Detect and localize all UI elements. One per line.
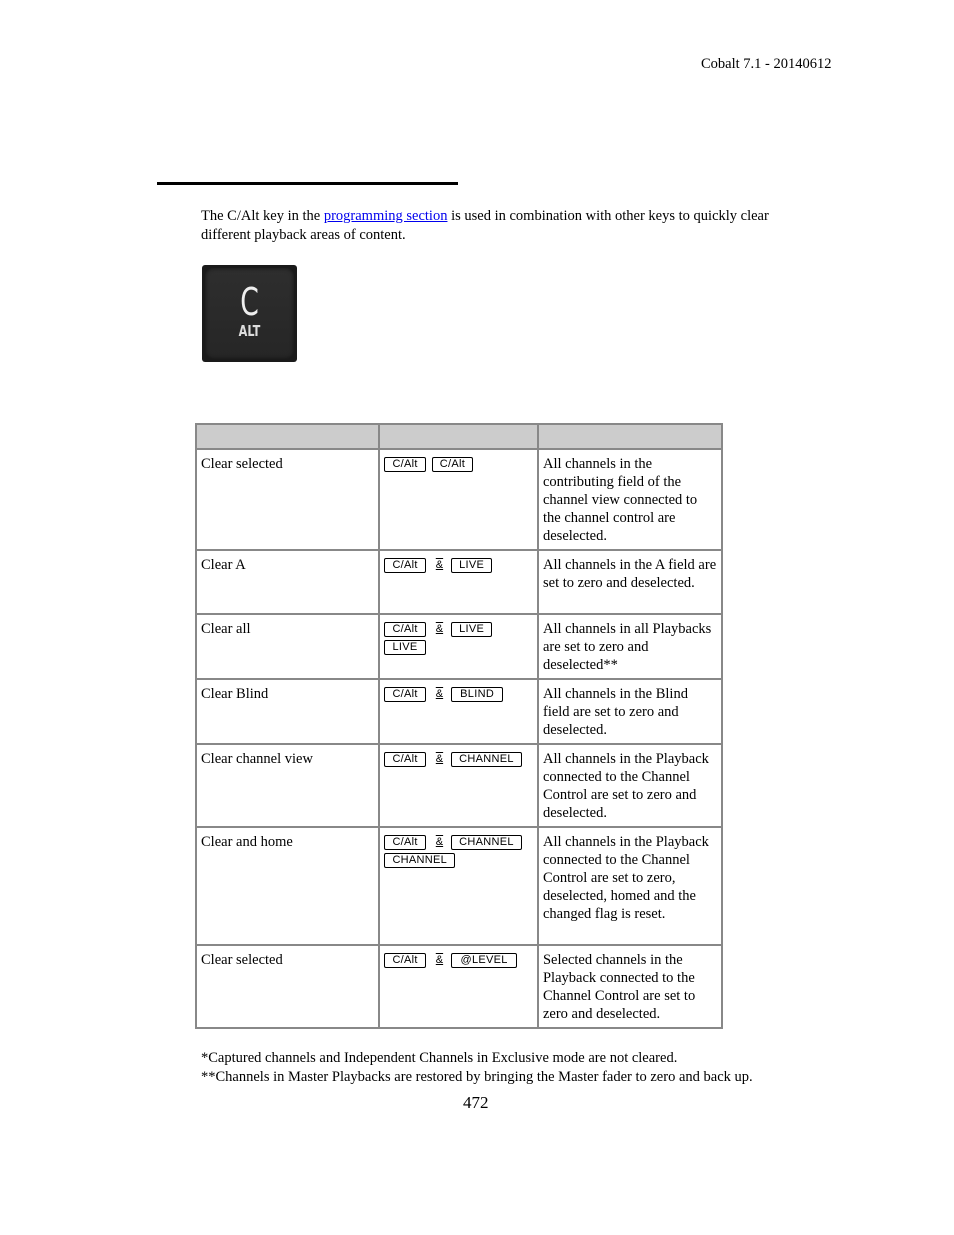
table-row: Clear channel view C/Alt & CHANNEL All chann… (194, 743, 724, 828)
key-button: CHANNEL (451, 752, 522, 768)
description-cell: All channels in the contributing field o… (536, 448, 724, 551)
function-cell: Clear A (194, 549, 381, 615)
function-cell: Clear all (194, 613, 381, 680)
key-cap: C ALT (205, 268, 294, 359)
programming-section-link[interactable]: programming section (324, 208, 448, 224)
intro-text-before: The C/Alt key in the (201, 208, 324, 224)
key-sequence-line: C/Alt & CHANNEL (384, 750, 533, 768)
key-sequence-line: C/Alt & @LEVEL (384, 951, 533, 969)
description-cell: All channels in the Playback connected t… (536, 743, 724, 828)
key-button: C/Alt (384, 687, 426, 703)
key-button: C/Alt (384, 835, 426, 851)
key-button: LIVE (384, 640, 426, 656)
key-button: CHANNEL (384, 853, 456, 869)
ampersand-separator: & (435, 688, 444, 701)
description-cell: Selected channels in the Playback connec… (536, 944, 724, 1029)
ampersand-separator: & (435, 623, 444, 636)
key-button: C/Alt (384, 457, 426, 473)
keys-cell: C/Alt & LIVE LIVE (378, 613, 539, 680)
header-cell-function (194, 423, 381, 450)
table-header-row (194, 423, 724, 450)
table-row: Clear all C/Alt & LIVE LIVE All channels in a… (194, 613, 724, 680)
function-cell: Clear Blind (194, 678, 381, 745)
keys-cell: C/Alt & LIVE (378, 549, 539, 615)
description-cell: All channels in the Blind field are set … (536, 678, 724, 745)
header-cell-keys (378, 423, 539, 450)
function-cell: Clear selected (194, 944, 381, 1029)
calt-key-image: C ALT (202, 265, 297, 362)
footnote-single-asterisk: *Captured channels and Independent Chann… (201, 1050, 678, 1066)
page-number: 472 (463, 1093, 489, 1112)
footnotes: *Captured channels and Independent Chann… (201, 1049, 753, 1087)
key-sequence-line: C/Alt & LIVE (384, 620, 533, 638)
key-button: @LEVEL (451, 953, 518, 969)
key-button: CHANNEL (451, 835, 522, 851)
table-row: Clear and home C/Alt & CHANNEL CHANNEL All ch… (194, 826, 724, 946)
table-row: Clear selected C/Alt C/Alt All channels in … (194, 448, 724, 551)
key-button: LIVE (451, 558, 493, 574)
description-cell: All channels in all Playbacks are set to… (536, 613, 724, 680)
key-sequence-line: C/Alt C/Alt (384, 455, 533, 473)
key-sequence-line: C/Alt & CHANNEL (384, 833, 533, 851)
function-cell: Clear channel view (194, 743, 381, 828)
clear-functions-table: Clear selected C/Alt C/Alt All channels in … (194, 423, 724, 1029)
key-sequence-line: CHANNEL (384, 851, 533, 869)
footnote-double-asterisk: **Channels in Master Playbacks are resto… (201, 1069, 753, 1085)
table-row: Clear selected C/Alt & @LEVEL Selected chann… (194, 944, 724, 1029)
ampersand-separator: & (435, 753, 444, 766)
keys-cell: C/Alt & CHANNEL (378, 743, 539, 828)
ampersand-separator: & (435, 836, 444, 849)
ampersand-separator: & (435, 559, 444, 572)
key-button: C/Alt (384, 752, 426, 768)
key-sub-label: ALT (238, 322, 261, 340)
key-sequence-line: C/Alt & LIVE (384, 556, 533, 574)
table-row: Clear Blind C/Alt & BLIND All channels in th… (194, 678, 724, 745)
table-row: Clear A C/Alt & LIVE All channels in the A f… (194, 549, 724, 615)
description-cell: All channels in the A field are set to z… (536, 549, 724, 615)
function-cell: Clear and home (194, 826, 381, 946)
keys-cell: C/Alt & CHANNEL CHANNEL (378, 826, 539, 946)
keys-cell: C/Alt & @LEVEL (378, 944, 539, 1029)
function-cell: Clear selected (194, 448, 381, 551)
key-sequence-line: LIVE (384, 638, 533, 656)
key-button: C/Alt (384, 558, 426, 574)
key-button: LIVE (451, 622, 493, 638)
key-button: BLIND (451, 687, 504, 703)
header-cell-description (536, 423, 724, 450)
ampersand-separator: & (435, 954, 444, 967)
keys-cell: C/Alt C/Alt (378, 448, 539, 551)
description-cell: All channels in the Playback connected t… (536, 826, 724, 946)
key-button: C/Alt (431, 457, 474, 473)
keys-cell: C/Alt & BLIND (378, 678, 539, 745)
key-button: C/Alt (384, 953, 426, 969)
key-button: C/Alt (384, 622, 426, 638)
key-main-label: C (240, 280, 259, 324)
key-sequence-line: C/Alt & BLIND (384, 685, 533, 703)
section-title-rule (157, 182, 458, 185)
document-version: Cobalt 7.1 - 20140612 (701, 56, 832, 72)
intro-paragraph: The C/Alt key in the programming section… (201, 207, 821, 245)
